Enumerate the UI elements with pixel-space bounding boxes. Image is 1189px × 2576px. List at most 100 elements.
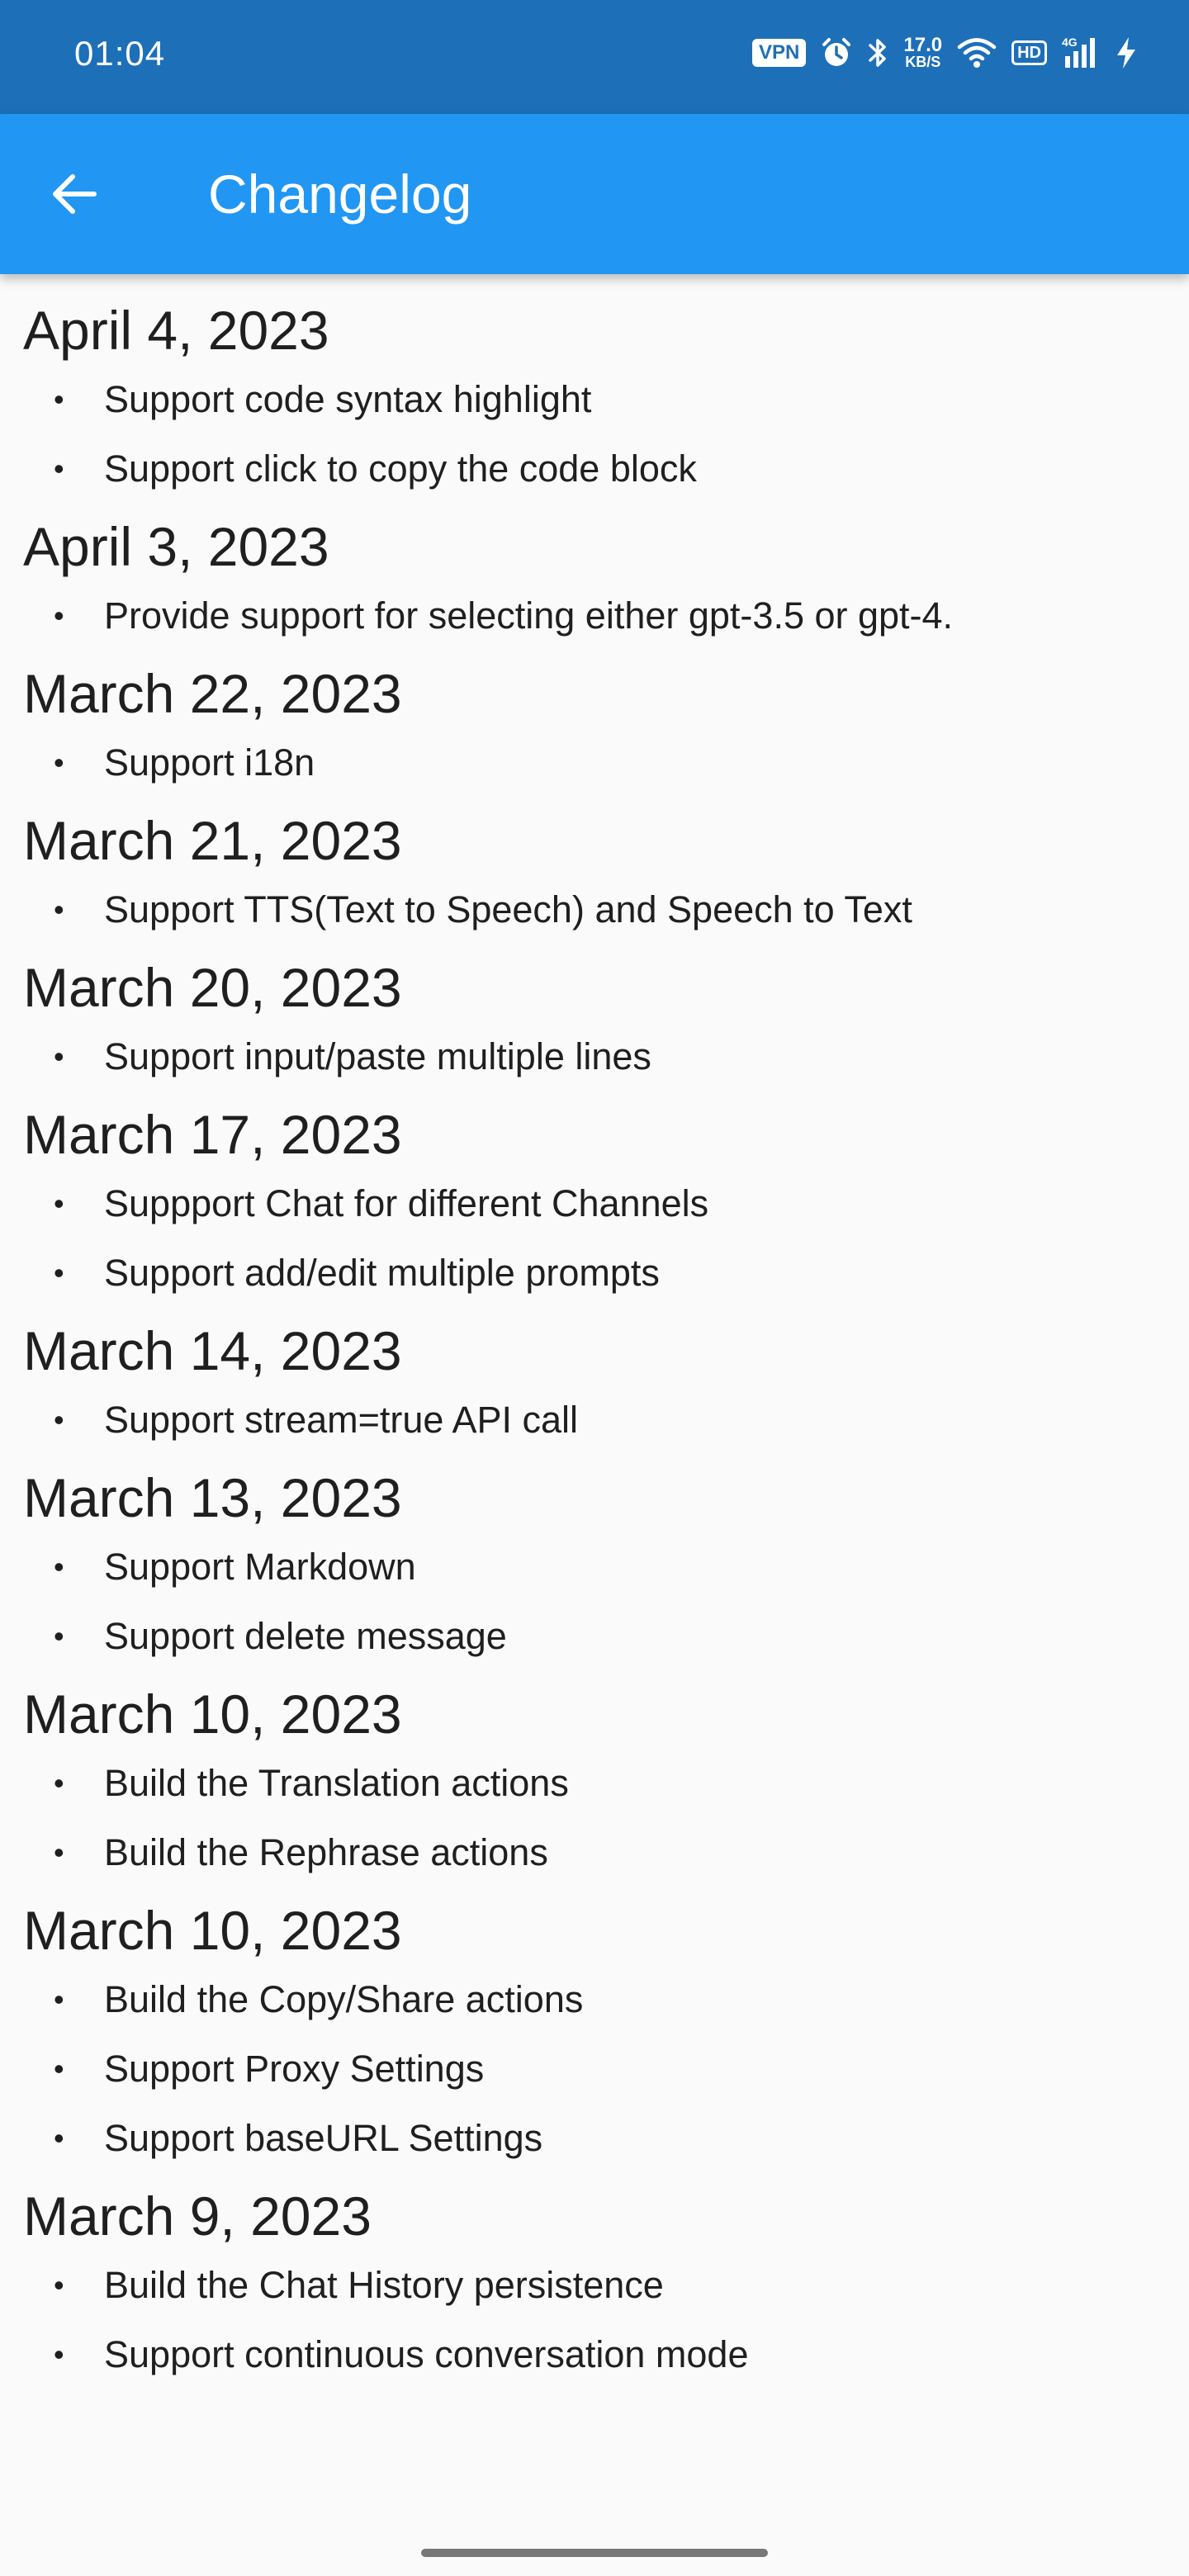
release-section: March 10, 2023 • Build the Copy/Share acti… — [23, 1897, 1166, 2173]
net-speed-unit: KB/S — [905, 54, 941, 70]
list-item-text: Support baseURL Settings — [104, 2117, 543, 2159]
signal-4g-icon: 4G — [1062, 35, 1100, 71]
release-items: • Support Markdown • Support delete message — [23, 1532, 1166, 1671]
release-section: March 13, 2023 • Support Markdown • Support … — [23, 1465, 1166, 1671]
bullet-icon: • — [54, 1186, 64, 1220]
release-items: • Support input/paste multiple lines — [23, 1022, 1166, 1091]
status-icons: VPN 17.0 KB/S HD 4G — [752, 30, 1138, 76]
list-item: • Support delete message — [23, 1602, 1166, 1671]
list-item-text: Build the Translation actions — [104, 1762, 569, 1804]
release-date: March 9, 2023 — [23, 2185, 372, 2247]
list-item: • Support continuous conversation mode — [23, 2320, 1166, 2389]
bullet-icon: • — [54, 2337, 64, 2371]
release-items: • Support code syntax highlight • Support c… — [23, 365, 1166, 504]
bullet-icon: • — [54, 452, 64, 485]
list-item: • Support i18n — [23, 728, 1166, 798]
list-item-text: Support code syntax highlight — [104, 378, 592, 420]
release-date: March 20, 2023 — [23, 957, 402, 1018]
release-section: March 10, 2023 • Build the Translation act… — [23, 1681, 1166, 1887]
release-items: • Build the Copy/Share actions • Support Pr… — [23, 1965, 1166, 2173]
bullet-icon: • — [54, 893, 64, 926]
list-item-text: Build the Rephrase actions — [104, 1831, 548, 1873]
network-label: 4G — [1062, 36, 1078, 49]
list-item-text: Support i18n — [104, 741, 315, 784]
release-date: March 14, 2023 — [23, 1320, 402, 1381]
release-section: April 4, 2023 • Support code syntax highli… — [23, 297, 1166, 504]
list-item-text: Support continuous conversation mode — [104, 2333, 749, 2375]
release-date: March 17, 2023 — [23, 1104, 402, 1165]
list-item-text: Support input/paste multiple lines — [104, 1035, 651, 1077]
bullet-icon: • — [54, 746, 64, 779]
status-time: 01:04 — [74, 34, 166, 73]
bullet-icon: • — [54, 2052, 64, 2086]
hd-icon: HD — [1011, 40, 1047, 65]
release-section: April 3, 2023 • Provide support for select… — [23, 514, 1166, 651]
list-item: • Support input/paste multiple lines — [23, 1022, 1166, 1091]
list-item: • Support code syntax highlight — [23, 365, 1166, 434]
list-item: • Support baseURL Settings — [23, 2104, 1166, 2173]
net-speed-value: 17.0 — [903, 34, 943, 56]
release-items: • Provide support for selecting either gp… — [23, 581, 1166, 651]
bullet-icon: • — [54, 1766, 64, 1800]
app-bar: Changelog — [0, 114, 1189, 274]
list-item: • Support stream=true API call — [23, 1385, 1166, 1455]
release-items: • Build the Translation actions • Build the… — [23, 1749, 1166, 1887]
bullet-icon: • — [54, 2268, 64, 2302]
list-item: • Provide support for selecting either gp… — [23, 581, 1166, 651]
release-items: • Support i18n — [23, 728, 1166, 798]
alarm-icon — [821, 37, 852, 69]
release-items: • Support stream=true API call — [23, 1385, 1166, 1455]
release-section: March 20, 2023 • Support input/paste multi… — [23, 954, 1166, 1091]
release-date: April 3, 2023 — [23, 516, 329, 577]
list-item-text: Build the Chat History persistence — [104, 2264, 664, 2306]
list-item-text: Support click to copy the code block — [104, 447, 697, 490]
release-date: March 10, 2023 — [23, 1683, 402, 1745]
bluetooth-icon — [867, 36, 888, 69]
list-item-text: Provide support for selecting either gpt… — [104, 594, 954, 637]
bullet-icon: • — [54, 1550, 64, 1584]
list-item-text: Support delete message — [104, 1615, 507, 1657]
bullet-icon: • — [54, 1039, 64, 1073]
bullet-icon: • — [54, 1256, 64, 1290]
bullet-icon: • — [54, 1403, 64, 1437]
release-date: March 13, 2023 — [23, 1467, 402, 1528]
list-item-text: Support Markdown — [104, 1546, 416, 1588]
release-date: March 22, 2023 — [23, 663, 402, 724]
list-item: • Support click to copy the code block — [23, 434, 1166, 504]
release-date: March 10, 2023 — [23, 1900, 402, 1961]
list-item: • Build the Translation actions — [23, 1749, 1166, 1818]
bullet-icon: • — [54, 599, 64, 632]
list-item: • Support Proxy Settings — [23, 2034, 1166, 2104]
release-date: April 4, 2023 — [23, 300, 329, 361]
charging-icon — [1115, 36, 1138, 70]
release-date: March 21, 2023 — [23, 810, 402, 871]
bullet-icon: • — [54, 1835, 64, 1869]
release-section: March 22, 2023 • Support i18n — [23, 661, 1166, 798]
list-item-text: Support stream=true API call — [104, 1399, 579, 1441]
bullet-icon: • — [54, 1619, 64, 1653]
list-item: • Suppport Chat for different Channels — [23, 1169, 1166, 1238]
vpn-icon: VPN — [752, 39, 807, 67]
list-item: • Build the Chat History persistence — [23, 2251, 1166, 2320]
list-item: • Support Markdown — [23, 1532, 1166, 1602]
net-speed-icon: 17.0 KB/S — [903, 34, 943, 70]
home-indicator[interactable] — [421, 2549, 768, 2557]
back-button[interactable] — [43, 163, 106, 225]
list-item-text: Suppport Chat for different Channels — [104, 1182, 709, 1224]
bullet-icon: • — [54, 2121, 64, 2155]
wifi-icon — [957, 36, 997, 69]
release-section: March 14, 2023 • Support stream=true API c… — [23, 1318, 1166, 1455]
status-bar: 01:04 VPN 17.0 KB/S HD 4G — [0, 0, 1189, 114]
changelog-list: April 4, 2023 • Support code syntax highli… — [0, 287, 1189, 2389]
list-item: • Support TTS(Text to Speech) and Speech … — [23, 875, 1166, 945]
list-item: • Support add/edit multiple prompts — [23, 1238, 1166, 1308]
list-item: • Build the Rephrase actions — [23, 1818, 1166, 1887]
release-items: • Support TTS(Text to Speech) and Speech … — [23, 875, 1166, 945]
list-item-text: Support add/edit multiple prompts — [104, 1252, 660, 1294]
release-section: March 21, 2023 • Support TTS(Text to Speec… — [23, 807, 1166, 945]
list-item-text: Build the Copy/Share actions — [104, 1978, 584, 2020]
release-items: • Build the Chat History persistence • Supp… — [23, 2251, 1166, 2389]
bullet-icon: • — [54, 382, 64, 416]
release-items: • Suppport Chat for different Channels • Su… — [23, 1169, 1166, 1308]
page-title: Changelog — [208, 163, 472, 225]
